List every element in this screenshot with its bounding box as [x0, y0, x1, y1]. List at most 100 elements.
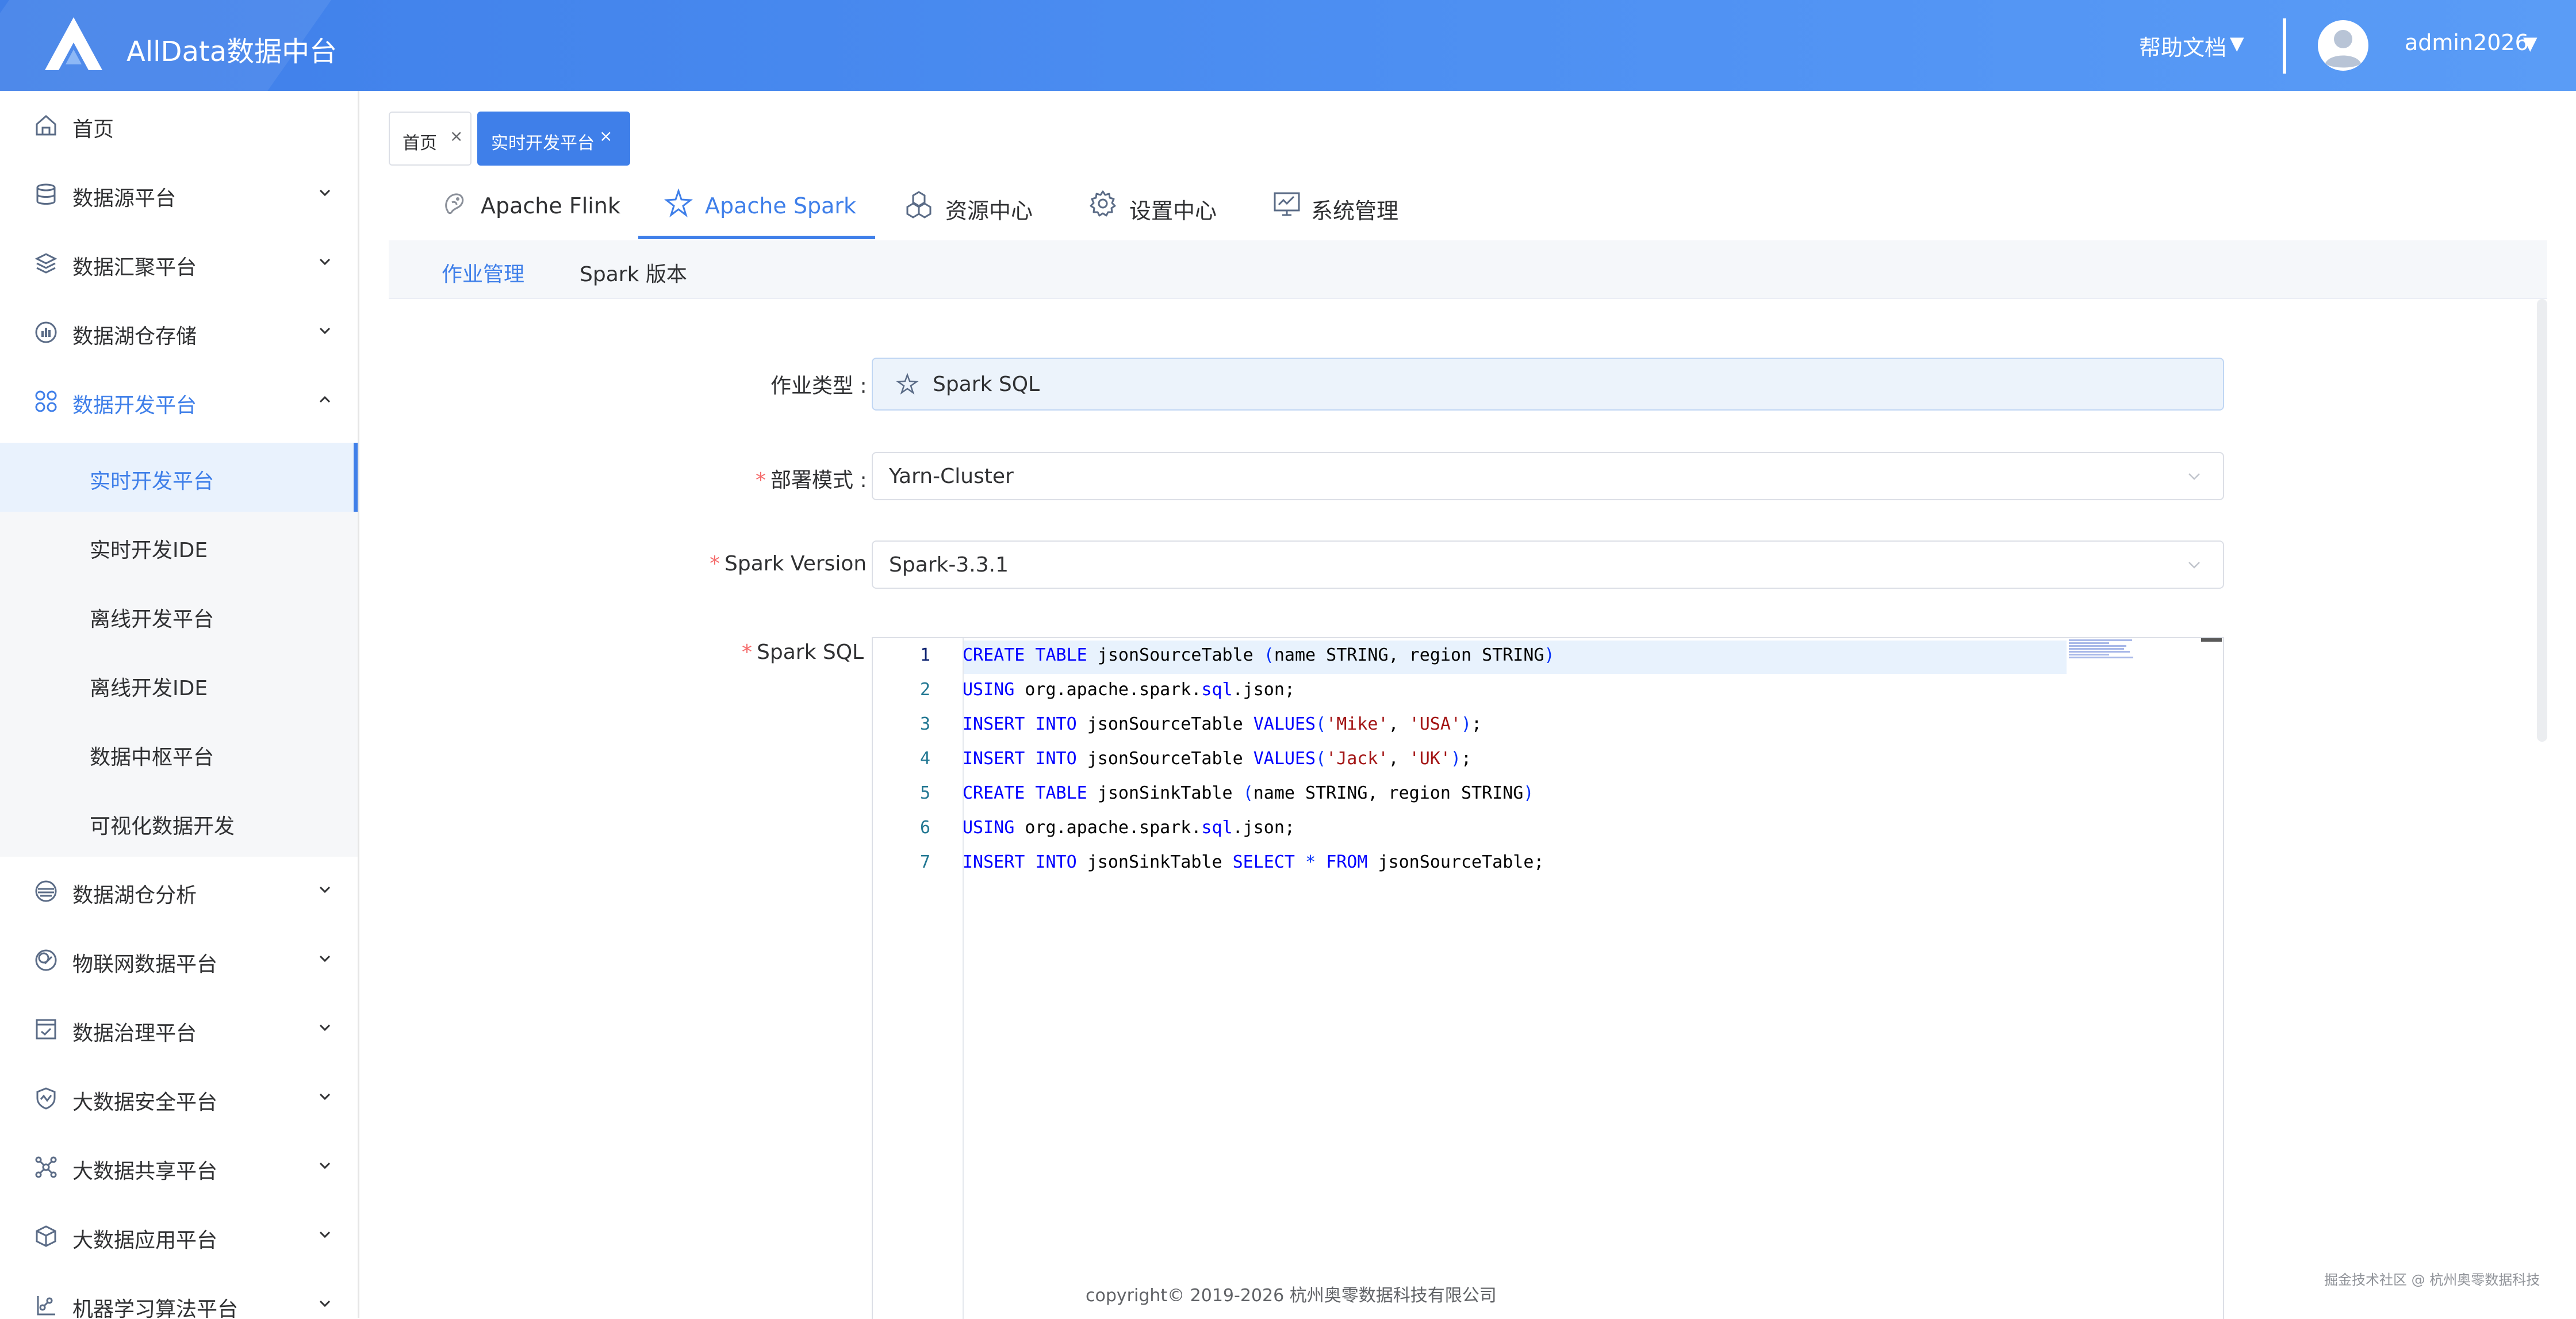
- sidebar-item-home[interactable]: 首页: [0, 91, 358, 160]
- code-token: SELECT: [1232, 852, 1295, 872]
- required-mark: *: [710, 552, 720, 576]
- job-type-value: Spark SQL: [933, 373, 1040, 396]
- database-icon: [36, 183, 56, 205]
- close-icon[interactable]: ×: [450, 126, 463, 145]
- subtab-job-management[interactable]: 作业管理: [442, 258, 524, 287]
- sidebar-item-label: 大数据安全平台: [72, 1091, 218, 1114]
- chevron-down-icon: [319, 327, 331, 335]
- code-token: ,: [1388, 714, 1409, 734]
- code-line[interactable]: INSERT INTO jsonSourceTable VALUES('Mike…: [963, 714, 1482, 734]
- content-divider: [389, 298, 2547, 299]
- sidebar-item-label: 物联网数据平台: [72, 953, 218, 976]
- sidebar-item-lakehouse-storage[interactable]: 数据湖仓存储: [0, 298, 358, 367]
- spark-version-select[interactable]: Spark-3.3.1: [872, 540, 2224, 589]
- code-token: ;: [1471, 714, 1482, 734]
- chevron-up-icon: [319, 396, 331, 403]
- code-minimap[interactable]: [2069, 638, 2138, 661]
- code-token: FROM: [1326, 852, 1368, 872]
- sidebar-item-governance[interactable]: 数据治理平台: [0, 995, 358, 1064]
- code-line[interactable]: INSERT INTO jsonSourceTable VALUES('Jack…: [963, 749, 1471, 769]
- main-tabs: Apache Flink Apache Spark 资源中心 设置中心 系统管理: [389, 172, 2547, 239]
- code-token: sql: [1201, 680, 1233, 700]
- sidebar-subitem-label: 可视化数据开发: [90, 815, 235, 838]
- copyright-text: copyright© 2019-2026 杭州奥零数据科技有限公司: [1086, 1286, 1497, 1306]
- code-token: jsonSinkTable: [1076, 852, 1233, 872]
- sidebar-item-data-collection[interactable]: 数据汇聚平台: [0, 229, 358, 298]
- sidebar-subitem-data-hub[interactable]: 数据中枢平台: [0, 719, 358, 788]
- sidebar-item-security[interactable]: 大数据安全平台: [0, 1064, 358, 1133]
- sidebar-item-label: 首页: [72, 118, 114, 141]
- line-number: 5: [919, 783, 930, 803]
- code-line[interactable]: CREATE TABLE jsonSourceTable (name STRIN…: [963, 645, 1555, 665]
- code-token: INSERT INTO: [963, 852, 1077, 872]
- code-token: ): [1460, 714, 1472, 734]
- sidebar-item-lakehouse-analysis[interactable]: 数据湖仓分析: [0, 857, 358, 926]
- chevron-down-icon: [319, 1300, 331, 1308]
- sidebar-subitem-visual-dev[interactable]: 可视化数据开发: [0, 788, 358, 857]
- tab-apache-flink[interactable]: Apache Flink: [439, 172, 620, 239]
- tab-label: 资源中心: [945, 198, 1033, 224]
- chevron-down-icon: [2188, 473, 2200, 480]
- tab-resource-center[interactable]: 资源中心: [904, 172, 1042, 239]
- code-token: 'Mike': [1326, 714, 1389, 734]
- spark-version-label: * Spark Version :: [710, 552, 880, 576]
- user-name[interactable]: admin2026: [2405, 30, 2529, 55]
- tab-apache-spark[interactable]: Apache Spark: [638, 172, 875, 239]
- sub-tabs: 作业管理 Spark 版本: [389, 240, 2547, 298]
- code-line[interactable]: INSERT INTO jsonSinkTable SELECT * FROM …: [963, 852, 1544, 872]
- help-docs-link[interactable]: 帮助文档: [2139, 30, 2226, 62]
- sidebar-item-label: 大数据共享平台: [72, 1160, 218, 1183]
- minimap-scroll-indicator[interactable]: [2201, 638, 2222, 642]
- line-number: 7: [919, 852, 930, 872]
- chevron-down-icon: [319, 886, 331, 894]
- vertical-scrollbar[interactable]: [2537, 299, 2547, 742]
- sidebar-item-sharing[interactable]: 大数据共享平台: [0, 1133, 358, 1202]
- sql-code-editor[interactable]: 1 2 3 4 5 6 7 CREATE TABLE jsonSourceTab…: [872, 637, 2224, 1319]
- sidebar-item-data-dev[interactable]: 数据开发平台: [0, 367, 358, 436]
- tab-system-management[interactable]: 系统管理: [1272, 172, 1410, 239]
- user-avatar-icon[interactable]: [2317, 20, 2369, 71]
- sidebar-subitem-offline-ide[interactable]: 离线开发IDE: [0, 650, 358, 719]
- sidebar-subitem-realtime-dev[interactable]: 实时开发平台: [0, 443, 358, 512]
- iot-icon: [35, 949, 57, 971]
- sidebar-item-label: 数据源平台: [72, 187, 177, 210]
- sidebar-item-ml[interactable]: 机器学习算法平台: [0, 1271, 358, 1318]
- sidebar-item-application[interactable]: 大数据应用平台: [0, 1202, 358, 1271]
- sidebar-item-datasource[interactable]: 数据源平台: [0, 160, 358, 229]
- chevron-down-icon: [319, 1231, 331, 1239]
- caret-down-icon[interactable]: ▼: [2523, 32, 2537, 54]
- sidebar-item-iot[interactable]: 物联网数据平台: [0, 926, 358, 995]
- close-icon[interactable]: ×: [599, 126, 612, 145]
- code-token: *: [1305, 852, 1316, 872]
- tag-home[interactable]: 首页 ×: [389, 112, 471, 166]
- line-number: 3: [919, 714, 930, 734]
- required-mark: *: [742, 641, 752, 664]
- code-token: VALUES: [1253, 749, 1316, 769]
- code-token: (: [1263, 645, 1274, 665]
- tag-realtime-dev[interactable]: 实时开发平台 ×: [477, 112, 630, 166]
- app-title: AllData数据中台: [126, 36, 338, 68]
- caret-down-icon[interactable]: ▼: [2230, 32, 2244, 54]
- sidebar-subitem-offline-dev[interactable]: 离线开发平台: [0, 581, 358, 650]
- line-number: 6: [919, 818, 930, 838]
- sidebar-item-label: 数据开发平台: [72, 394, 197, 417]
- line-number: 4: [919, 749, 930, 769]
- sidebar-subitem-realtime-ide[interactable]: 实时开发IDE: [0, 512, 358, 581]
- required-mark: *: [756, 469, 766, 492]
- spark-version-value: Spark-3.3.1: [889, 553, 1009, 577]
- checklist-icon: [36, 1019, 56, 1040]
- code-token: jsonSourceTable;: [1367, 852, 1544, 872]
- tab-settings-center[interactable]: 设置中心: [1088, 172, 1226, 239]
- deploy-mode-label-text: 部署模式 :: [770, 469, 867, 492]
- deploy-mode-select[interactable]: Yarn-Cluster: [872, 452, 2224, 500]
- home-icon: [36, 115, 56, 136]
- sidebar-subitem-label: 实时开发平台: [90, 470, 214, 493]
- code-line[interactable]: CREATE TABLE jsonSinkTable (name STRING,…: [963, 783, 1534, 803]
- apps-icon: [35, 390, 57, 412]
- code-line[interactable]: USING org.apache.spark.sql.json;: [963, 680, 1295, 700]
- chevron-down-icon: [319, 1093, 331, 1101]
- code-token: (: [1316, 749, 1327, 769]
- code-line[interactable]: USING org.apache.spark.sql.json;: [963, 818, 1295, 838]
- code-token: USING: [963, 680, 1015, 700]
- subtab-spark-version[interactable]: Spark 版本: [580, 258, 687, 287]
